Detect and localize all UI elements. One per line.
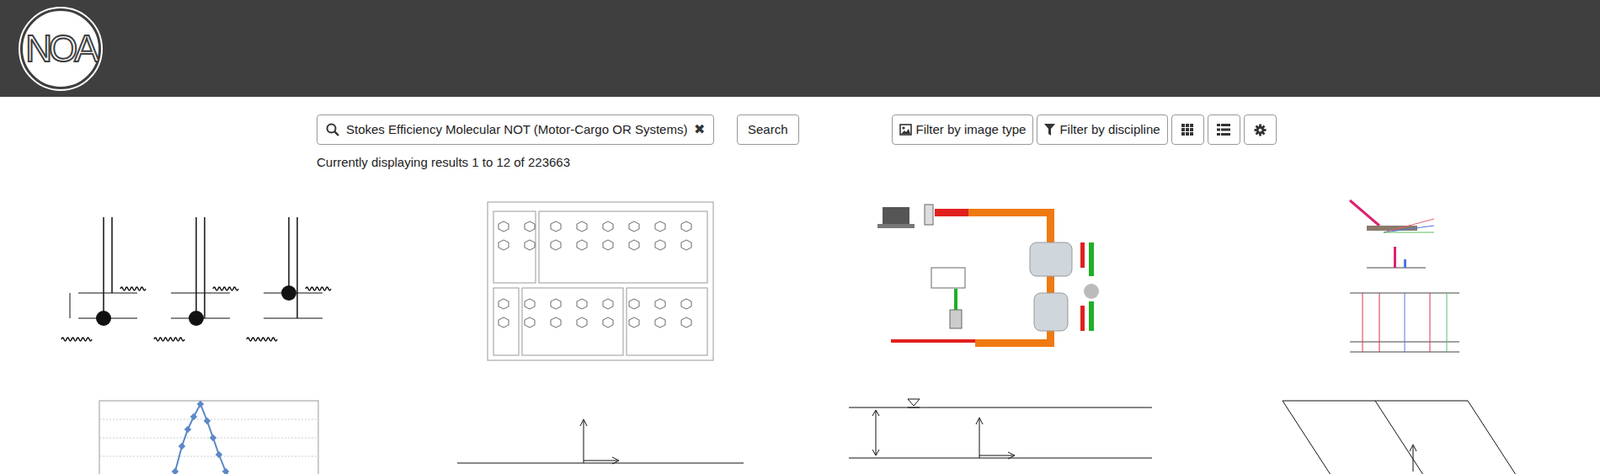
filter-icon [1044, 123, 1056, 136]
figure-image [848, 395, 1152, 474]
search-field: ✖ [316, 114, 715, 145]
figure-image [74, 395, 327, 474]
result-thumbnail[interactable] [400, 192, 800, 371]
figure-image [874, 192, 1127, 371]
figure-image [1274, 395, 1527, 474]
result-thumbnail[interactable] [800, 192, 1200, 371]
figure-image [486, 201, 715, 362]
clear-button[interactable]: ✖ [693, 119, 705, 140]
logo[interactable]: NOA [20, 8, 102, 90]
result-thumbnail[interactable] [1200, 192, 1600, 371]
grid-icon [1181, 123, 1194, 136]
result-thumbnail[interactable] [1200, 395, 1600, 474]
results-grid [0, 192, 1600, 474]
search-button[interactable]: Search [736, 114, 800, 145]
search-icon [325, 122, 340, 137]
header: NOA [0, 0, 1600, 97]
figure-image [457, 395, 744, 474]
filter-label: Filter by discipline [1059, 120, 1160, 140]
toolbar: ✖ Currently displaying results 1 to 12 o… [0, 114, 1600, 173]
result-thumbnail[interactable] [0, 192, 400, 371]
list-view-button[interactable] [1207, 114, 1241, 145]
gear-icon [1253, 123, 1267, 137]
figure-image [1333, 192, 1468, 371]
search-input[interactable] [346, 120, 688, 140]
image-type-filter[interactable]: Filter by image type [891, 114, 1035, 145]
list-icon [1216, 123, 1231, 136]
result-thumbnail[interactable] [400, 395, 800, 474]
results-summary: Currently displaying results 1 to 12 of … [316, 153, 715, 173]
image-icon [899, 123, 912, 136]
result-thumbnail[interactable] [0, 395, 400, 474]
grid-view-button[interactable] [1171, 114, 1205, 145]
logo-text: NOA [25, 30, 96, 68]
result-thumbnail[interactable] [800, 395, 1200, 474]
filter-label: Filter by image type [916, 120, 1027, 140]
figure-image [44, 192, 357, 371]
discipline-filter[interactable]: Filter by discipline [1036, 114, 1168, 145]
settings-button[interactable] [1243, 114, 1277, 145]
